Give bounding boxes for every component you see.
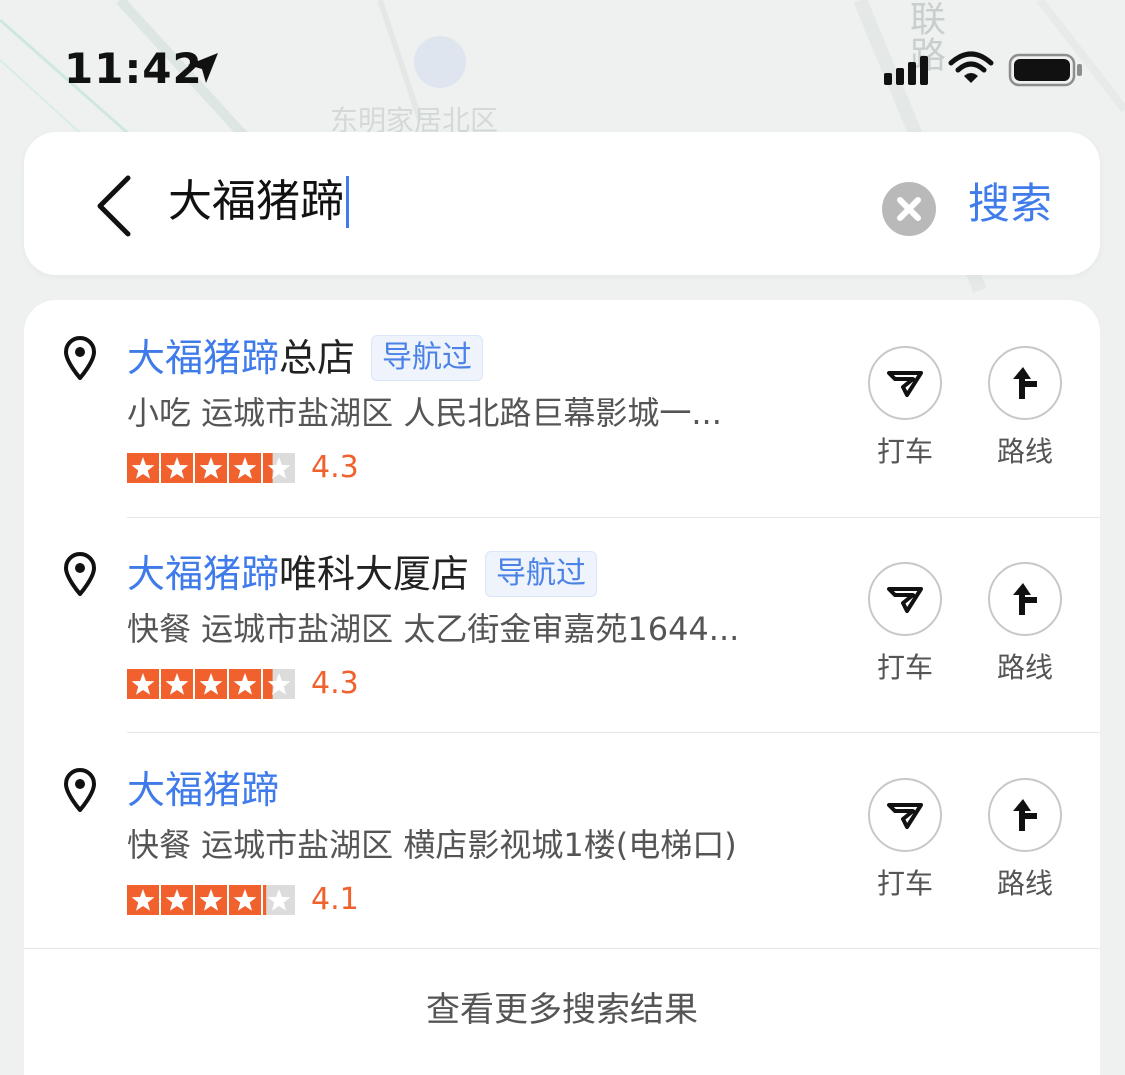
route-button[interactable]: 路线 <box>980 562 1070 684</box>
star-icon <box>229 885 261 915</box>
rating: 4.3 <box>127 666 359 702</box>
taxi-icon <box>887 587 923 613</box>
star-icon <box>127 669 159 699</box>
taxi-label: 打车 <box>876 435 933 468</box>
taxi-label: 打车 <box>876 867 933 900</box>
star-icon <box>229 453 261 483</box>
pin-icon <box>64 552 96 596</box>
location-arrow-icon <box>188 53 218 83</box>
route-button[interactable]: 路线 <box>980 346 1070 468</box>
search-button[interactable]: 搜索 <box>968 176 1052 232</box>
taxi-label: 打车 <box>876 651 933 684</box>
more-results-button[interactable]: 查看更多搜索结果 <box>24 972 1100 1062</box>
star-icon <box>195 453 227 483</box>
route-label: 路线 <box>996 867 1053 900</box>
star-icon <box>229 669 261 699</box>
result-address: 快餐 运城市盐湖区 横店影视城1楼(电梯口) <box>127 826 737 864</box>
search-input[interactable]: 大福猪蹄 <box>168 172 349 232</box>
star-icon <box>263 669 295 699</box>
star-rating <box>127 453 295 483</box>
status-bar: 11:42 <box>0 0 1125 130</box>
route-label: 路线 <box>996 435 1053 468</box>
result-item[interactable]: 大福猪蹄 总店 导航过 小吃 运城市盐湖区 人民北路巨幕影城一... 4.3 打… <box>24 300 1100 515</box>
route-label: 路线 <box>996 651 1053 684</box>
result-title-highlight: 大福猪蹄 <box>127 768 280 812</box>
result-item[interactable]: 大福猪蹄 唯科大厦店 导航过 快餐 运城市盐湖区 太乙街金审嘉苑1644... … <box>24 516 1100 731</box>
taxi-icon <box>887 803 923 829</box>
route-button[interactable]: 路线 <box>980 778 1070 900</box>
result-title-rest: 总店 <box>279 336 356 380</box>
result-title-rest: 唯科大厦店 <box>279 552 470 596</box>
star-icon <box>127 453 159 483</box>
pin-icon <box>64 768 96 812</box>
status-time: 11:42 <box>64 44 203 93</box>
search-bar: 大福猪蹄 搜索 <box>24 132 1100 275</box>
star-icon <box>195 669 227 699</box>
search-query: 大福猪蹄 <box>168 176 344 227</box>
search-results-list: 大福猪蹄 总店 导航过 小吃 运城市盐湖区 人民北路巨幕影城一... 4.3 打… <box>24 300 1100 1075</box>
star-icon <box>161 453 193 483</box>
result-title-highlight: 大福猪蹄 <box>127 336 280 380</box>
star-rating <box>127 885 295 915</box>
result-item[interactable]: 大福猪蹄 快餐 运城市盐湖区 横店影视城1楼(电梯口) 4.1 打车 路线 <box>24 732 1100 947</box>
taxi-button[interactable]: 打车 <box>860 346 950 468</box>
navigated-badge: 导航过 <box>371 335 484 381</box>
signal-icon <box>884 56 928 85</box>
taxi-icon <box>887 371 923 397</box>
route-icon <box>1013 799 1037 831</box>
clear-icon <box>897 197 921 221</box>
back-icon[interactable] <box>86 172 146 240</box>
result-title: 大福猪蹄 总店 导航过 <box>127 330 484 386</box>
rating-value: 4.1 <box>311 882 359 917</box>
route-icon <box>1013 367 1037 399</box>
wifi-icon <box>948 51 994 83</box>
clear-button[interactable] <box>882 182 936 236</box>
divider <box>24 948 1100 949</box>
star-icon <box>161 885 193 915</box>
taxi-button[interactable]: 打车 <box>860 778 950 900</box>
result-address: 小吃 运城市盐湖区 人民北路巨幕影城一... <box>127 394 722 432</box>
navigated-badge: 导航过 <box>485 551 598 597</box>
battery-icon <box>1008 53 1082 87</box>
taxi-button[interactable]: 打车 <box>860 562 950 684</box>
result-address: 快餐 运城市盐湖区 太乙街金审嘉苑1644... <box>127 610 740 648</box>
rating: 4.3 <box>127 450 359 486</box>
star-rating <box>127 669 295 699</box>
result-title: 大福猪蹄 唯科大厦店 导航过 <box>127 546 598 602</box>
star-icon <box>161 669 193 699</box>
rating: 4.1 <box>127 882 359 918</box>
route-icon <box>1013 583 1037 615</box>
pin-icon <box>64 336 96 380</box>
result-title-highlight: 大福猪蹄 <box>127 552 280 596</box>
star-icon <box>127 885 159 915</box>
rating-value: 4.3 <box>311 666 359 701</box>
result-title: 大福猪蹄 <box>127 762 279 818</box>
star-icon <box>195 885 227 915</box>
star-icon <box>263 453 295 483</box>
rating-value: 4.3 <box>311 450 359 485</box>
star-icon <box>263 885 295 915</box>
text-caret <box>346 176 349 228</box>
